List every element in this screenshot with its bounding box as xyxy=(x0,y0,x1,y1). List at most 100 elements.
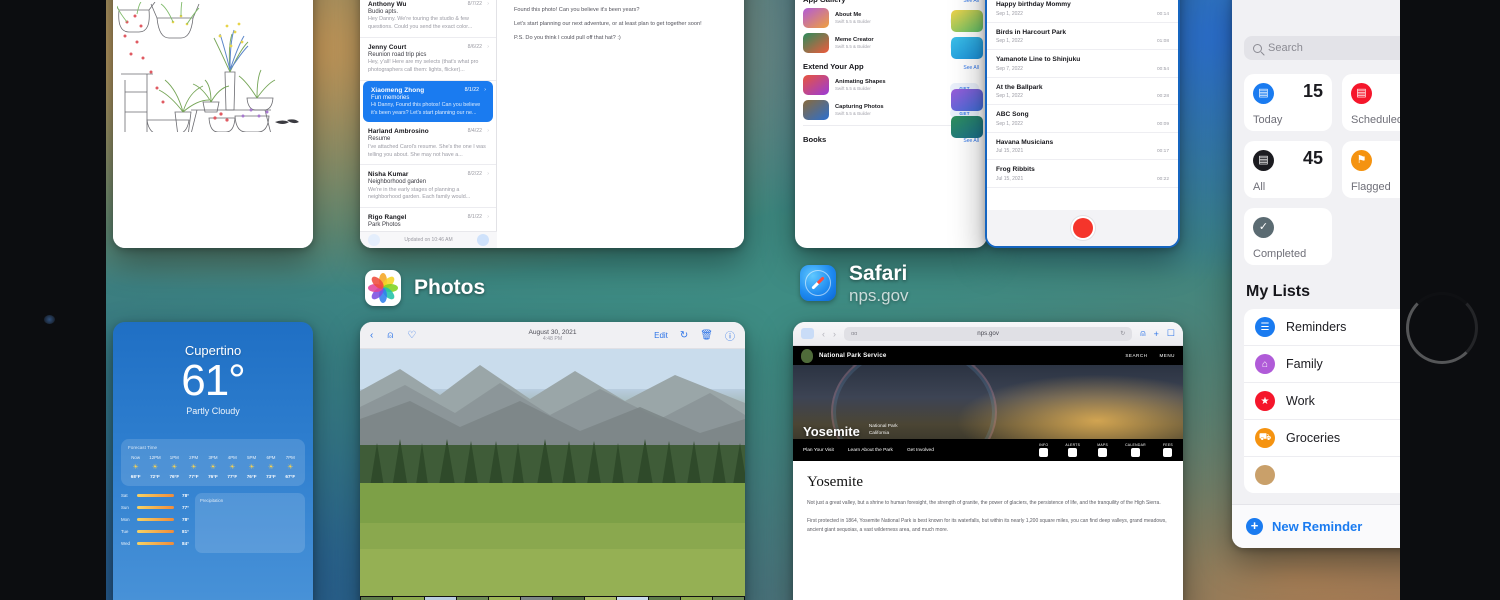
weather-temp-bar xyxy=(137,494,174,497)
weather-hour-temp: 72°F xyxy=(150,474,160,480)
safari-toolbar: ‹ › ɑɑ nps.gov ↻ ⍝ + ☐ xyxy=(793,322,1183,346)
sun-icon: ☀ xyxy=(171,464,178,472)
window-safari[interactable]: ‹ › ɑɑ nps.gov ↻ ⍝ + ☐ National Park Ser… xyxy=(793,322,1183,600)
info-icon xyxy=(1039,448,1049,458)
nps-park-name: Yosemite xyxy=(803,424,860,439)
weather-hour-cell: 6PM ☀ 73°F xyxy=(261,455,280,479)
weather-hour-time: 1PM xyxy=(169,455,179,461)
weather-condition: Partly Cloudy xyxy=(186,406,240,417)
safari-address-bar[interactable]: ɑɑ nps.gov ↻ xyxy=(844,326,1133,341)
reader-size-icon[interactable]: ɑɑ xyxy=(851,331,857,337)
reminders-smart-tile[interactable]: ✓ Completed xyxy=(1244,208,1332,265)
window-photos[interactable]: ‹ ⍝ ♡ August 30, 2021 4:48 PM Edit ↻ 🗑 ⓘ xyxy=(360,322,745,600)
new-tab-icon[interactable]: + xyxy=(1154,329,1159,339)
reload-icon[interactable]: ↻ xyxy=(1120,330,1125,337)
swift-section-title: Extend Your App xyxy=(803,62,864,71)
mail-preview: I've attached Carol's resume. She's the … xyxy=(368,143,486,158)
nps-search-button[interactable]: SEARCH xyxy=(1125,353,1147,358)
nps-nav-icon-cell[interactable]: FEES xyxy=(1163,443,1173,458)
record-button[interactable] xyxy=(1072,218,1093,238)
weather-hour-temp: 77°F xyxy=(188,474,199,480)
nps-nav-link-2[interactable]: Get Involved xyxy=(907,448,934,453)
mail-status-bar: Updated on 10:46 AM xyxy=(360,231,497,248)
voice-memo-length: 00:09 xyxy=(1156,121,1169,127)
chevron-right-icon: › xyxy=(487,43,489,50)
mail-list-item[interactable]: Anthony Wu 8/7/22 › Budio apts. Hey Danny. W… xyxy=(360,0,496,38)
mail-list-item[interactable]: Nisha Kumar 8/2/22 › Neighborhood garden We'… xyxy=(360,165,496,209)
sidebar-toggle-icon[interactable] xyxy=(801,328,814,339)
alerts-icon xyxy=(1068,448,1078,458)
nps-paragraph: First protected in 1864, Yosemite Nation… xyxy=(807,517,1167,533)
window-swift-playgrounds[interactable]: Get Started with Code Start Your Coding … xyxy=(795,0,987,248)
mail-preview: We're in the early stages of planning a … xyxy=(368,186,471,201)
sun-icon: ☀ xyxy=(151,464,159,472)
weather-hour-temp: 67°F xyxy=(285,474,296,480)
voice-memo-item[interactable]: ABC Song Sep 1, 2022 00:09 xyxy=(987,105,1178,133)
reminders-smart-tile[interactable]: ▤ 45 All xyxy=(1244,141,1332,198)
reminders-list-name: Family xyxy=(1286,357,1323,371)
edit-button[interactable]: Edit xyxy=(654,331,668,340)
reminders-list-name: Groceries xyxy=(1286,431,1341,445)
info-icon[interactable]: ⓘ xyxy=(725,328,735,343)
photo-image xyxy=(360,349,745,596)
photos-toolbar: ‹ ⍝ ♡ August 30, 2021 4:48 PM Edit ↻ 🗑 ⓘ xyxy=(360,322,745,349)
weather-day-high: 77° xyxy=(182,505,189,511)
nps-nav-icon-cell[interactable]: ALERTS xyxy=(1065,443,1080,458)
swift-app-thumbnail xyxy=(803,33,829,53)
voice-memo-item[interactable]: Frog Ribbits Jul 15, 2021 00:22 xyxy=(987,160,1178,188)
voice-memo-item[interactable]: At the Ballpark Sep 1, 2022 00:28 xyxy=(987,78,1178,105)
nps-menu-button[interactable]: MENU xyxy=(1159,353,1175,358)
weather-temp-bar xyxy=(137,530,174,533)
back-icon[interactable]: ‹ xyxy=(822,329,825,339)
tile-glyph-icon: ⚑ xyxy=(1356,154,1367,166)
app-label-safari[interactable]: Safari nps.gov xyxy=(800,262,909,305)
weather-hour-cell: 7PM ☀ 67°F xyxy=(281,455,300,479)
mail-message-list[interactable]: Leticia Ibarra8/7/22›Next episode's gues… xyxy=(360,0,497,248)
voice-memo-item[interactable]: Happy birthday Mommy Sep 1, 2022 00:14 xyxy=(987,0,1178,23)
nps-nav-link-1[interactable]: Learn About the Park xyxy=(848,448,893,453)
weather-day-row: Wed 84° xyxy=(121,541,189,546)
mail-detail-pane[interactable]: To: Danny Rios Fun memories Hi Danny,Fou… xyxy=(497,0,744,248)
nps-nav-icon-cell[interactable]: MAPS xyxy=(1097,443,1108,458)
mail-list-item[interactable]: Xiaomeng Zhong 8/1/22 › Fun memories Hi Dann… xyxy=(363,80,493,123)
window-notes-plants[interactable] xyxy=(113,0,313,248)
voice-memo-item[interactable]: Birds in Harcourt Park Sep 1, 2022 01:08 xyxy=(987,23,1178,50)
weather-hours: Now ☀ 68°F 12PM ☀ 72°F 1PM ☀ 76°F 2PM ☀ 77°F 3PM ☀ 76°… xyxy=(126,455,300,479)
reminders-list-icon: ★ xyxy=(1255,391,1275,411)
mail-compose-button[interactable] xyxy=(477,234,489,246)
nps-nav-bar[interactable]: Plan Your Visit Learn About the Park Get… xyxy=(793,439,1183,461)
weather-daily-list: Sat 78° Sun 77° Mon 78° Tue 81° Wed 84° xyxy=(121,493,189,553)
forward-icon[interactable]: › xyxy=(833,329,836,339)
voice-memo-title: ABC Song xyxy=(996,111,1029,118)
mail-filter-button[interactable] xyxy=(368,234,380,246)
nps-nav-icon-cell[interactable]: INFO xyxy=(1039,443,1049,458)
mail-list-item[interactable]: Jenny Court 8/6/22 › Reunion road trip pics… xyxy=(360,38,496,81)
reminders-list-icon: ⌂ xyxy=(1255,354,1275,374)
nps-article-paragraphs: Not just a great valley, but a shrine to… xyxy=(807,499,1169,534)
voice-memo-length: 00:54 xyxy=(1156,66,1169,72)
rotate-icon[interactable]: ↻ xyxy=(680,330,688,341)
voice-memo-date: Sep 1, 2022 xyxy=(996,10,1023,17)
window-mail[interactable]: Leticia Ibarra8/7/22›Next episode's gues… xyxy=(360,0,744,248)
sun-icon: ☀ xyxy=(190,464,197,472)
weather-temp-bar xyxy=(137,542,174,545)
sun-icon: ☀ xyxy=(132,464,139,472)
voice-memo-item[interactable]: Yamanote Line to Shinjuku Sep 7, 2022 00:5… xyxy=(987,50,1178,78)
weather-day-row: Tue 81° xyxy=(121,529,189,534)
tabs-icon[interactable]: ☐ xyxy=(1167,328,1175,339)
chevron-right-icon: › xyxy=(487,128,489,135)
voice-memo-list[interactable]: Happy cat purringSep 7, 202200:37Waves o… xyxy=(987,0,1178,188)
swift-app-thumbnail xyxy=(803,8,829,28)
photos-filmstrip[interactable] xyxy=(360,596,745,600)
reminders-smart-tile[interactable]: ▤ 15 Today xyxy=(1244,74,1332,131)
mail-list-item[interactable]: Harland Ambrosino 8/4/22 › Resume I've attac… xyxy=(360,122,496,166)
window-voice-memos[interactable]: Happy cat purringSep 7, 202200:37Waves o… xyxy=(985,0,1180,248)
trash-icon[interactable]: 🗑 xyxy=(700,330,713,341)
weather-hour-cell: 3PM ☀ 76°F xyxy=(203,455,222,479)
app-label-photos[interactable]: Photos xyxy=(365,270,485,306)
share-icon[interactable]: ⍝ xyxy=(1140,328,1145,339)
window-weather[interactable]: Cupertino 61° Partly Cloudy Forecast Tim… xyxy=(113,322,313,600)
voice-memo-item[interactable]: Havana Musicians Jul 15, 2021 00:17 xyxy=(987,133,1178,160)
nps-nav-link-0[interactable]: Plan Your Visit xyxy=(803,448,834,453)
nps-nav-icon-cell[interactable]: CALENDAR xyxy=(1125,443,1146,458)
